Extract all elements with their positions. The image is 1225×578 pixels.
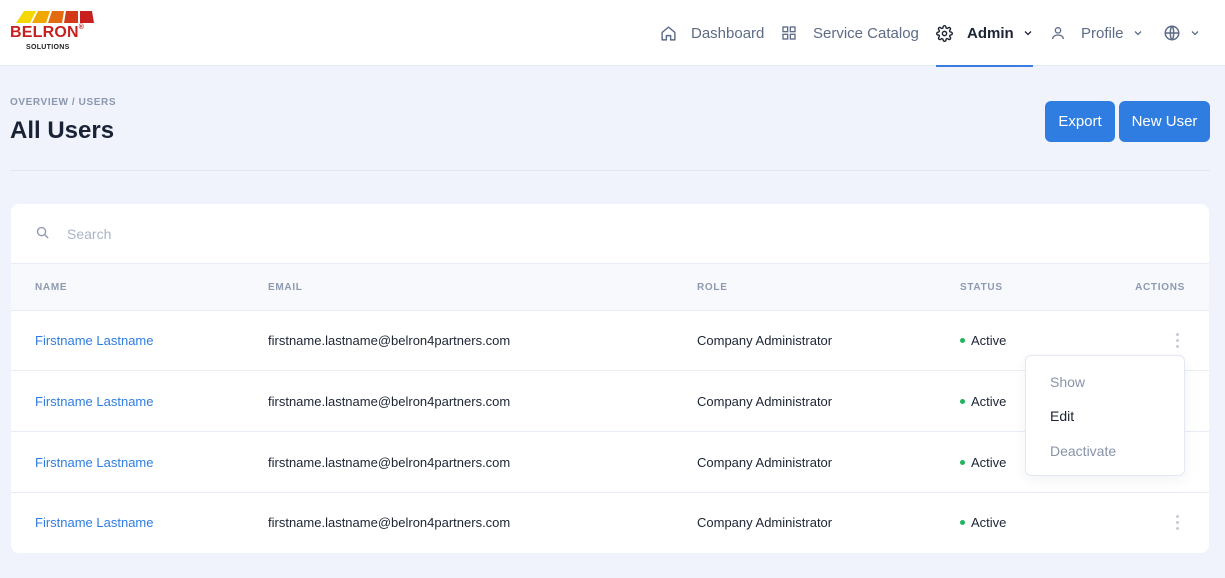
column-header-role[interactable]: ROLE bbox=[697, 264, 728, 312]
menu-item-show[interactable]: Show bbox=[1050, 374, 1085, 390]
nav-dashboard[interactable]: Dashboard bbox=[660, 0, 764, 66]
home-icon bbox=[661, 25, 676, 41]
nav-admin-label: Admin bbox=[967, 24, 1014, 42]
column-header-email[interactable]: EMAIL bbox=[268, 264, 303, 312]
user-role: Company Administrator bbox=[697, 455, 833, 470]
user-name-link[interactable]: Firstname Lastname bbox=[35, 372, 154, 432]
menu-item-deactivate[interactable]: Deactivate bbox=[1050, 443, 1116, 459]
chevron-down-icon bbox=[1024, 31, 1032, 36]
actions-dropdown-menu: Show Edit Deactivate bbox=[1025, 355, 1185, 476]
status-dot-icon bbox=[960, 399, 965, 405]
status-dot-icon bbox=[960, 520, 965, 526]
user-role: Company Administrator bbox=[697, 515, 833, 530]
user-email: firstname.lastname@belron4partners.com bbox=[268, 515, 511, 530]
user-name-link[interactable]: Firstname Lastname bbox=[35, 433, 154, 493]
top-navigation-bar: BELRON® SOLUTIONS Dashboard Service Cata… bbox=[0, 0, 1225, 67]
user-role: Company Administrator bbox=[697, 333, 833, 348]
user-status-label: Active bbox=[971, 515, 1007, 530]
user-status-label: Active bbox=[971, 333, 1007, 348]
column-header-status[interactable]: STATUS bbox=[960, 264, 1003, 312]
user-icon bbox=[1052, 27, 1064, 40]
nav-dashboard-label: Dashboard bbox=[691, 24, 765, 42]
column-header-actions: ACTIONS bbox=[1135, 282, 1185, 293]
user-status-label: Active bbox=[971, 394, 1007, 409]
user-email: firstname.lastname@belron4partners.com bbox=[268, 394, 511, 409]
nav-profile-label: Profile bbox=[1081, 24, 1124, 42]
nav-service-catalog-label: Service Catalog bbox=[813, 24, 919, 42]
more-actions-icon[interactable] bbox=[1172, 333, 1182, 349]
user-status-label: Active bbox=[971, 455, 1007, 470]
gear-icon bbox=[936, 24, 953, 42]
logo-stripes-icon bbox=[16, 11, 94, 23]
page-title: All Users bbox=[10, 117, 115, 144]
grid-icon bbox=[782, 26, 796, 40]
user-status: Active bbox=[960, 493, 1006, 553]
status-dot-icon bbox=[960, 460, 965, 466]
chevron-down-icon bbox=[1134, 31, 1141, 36]
belron-logo[interactable]: BELRON® SOLUTIONS bbox=[10, 11, 100, 55]
new-user-button[interactable]: New User bbox=[1119, 101, 1210, 142]
user-status: Active bbox=[960, 433, 1006, 493]
user-email: firstname.lastname@belron4partners.com bbox=[268, 333, 511, 348]
breadcrumb: OVERVIEW / USERS bbox=[10, 97, 117, 108]
nav-language[interactable] bbox=[1163, 0, 1201, 66]
more-actions-icon[interactable] bbox=[1172, 515, 1182, 531]
user-email: firstname.lastname@belron4partners.com bbox=[268, 455, 511, 470]
header-divider bbox=[10, 170, 1210, 171]
logo-wordmark: BELRON® bbox=[10, 24, 85, 41]
column-header-name[interactable]: NAME bbox=[35, 264, 67, 312]
logo-subtitle: SOLUTIONS bbox=[26, 44, 70, 51]
nav-service-catalog[interactable]: Service Catalog bbox=[781, 0, 919, 66]
search-input[interactable] bbox=[67, 222, 667, 246]
menu-item-edit[interactable]: Edit bbox=[1050, 408, 1074, 424]
table-row: Firstname Lastname firstname.lastname@be… bbox=[11, 493, 1209, 553]
search-bar bbox=[11, 204, 1209, 263]
export-button[interactable]: Export bbox=[1045, 101, 1115, 142]
user-status: Active bbox=[960, 311, 1006, 371]
nav-profile[interactable]: Profile bbox=[1050, 0, 1144, 66]
search-icon bbox=[36, 226, 49, 239]
globe-icon bbox=[1164, 25, 1180, 41]
user-name-link[interactable]: Firstname Lastname bbox=[35, 493, 154, 553]
user-role: Company Administrator bbox=[697, 394, 833, 409]
status-dot-icon bbox=[960, 338, 965, 344]
nav-admin[interactable]: Admin bbox=[936, 0, 1033, 67]
user-status: Active bbox=[960, 372, 1006, 432]
table-header: NAME EMAIL ROLE STATUS ACTIONS bbox=[11, 263, 1209, 311]
chevron-down-icon bbox=[1191, 31, 1199, 36]
user-name-link[interactable]: Firstname Lastname bbox=[35, 311, 154, 371]
